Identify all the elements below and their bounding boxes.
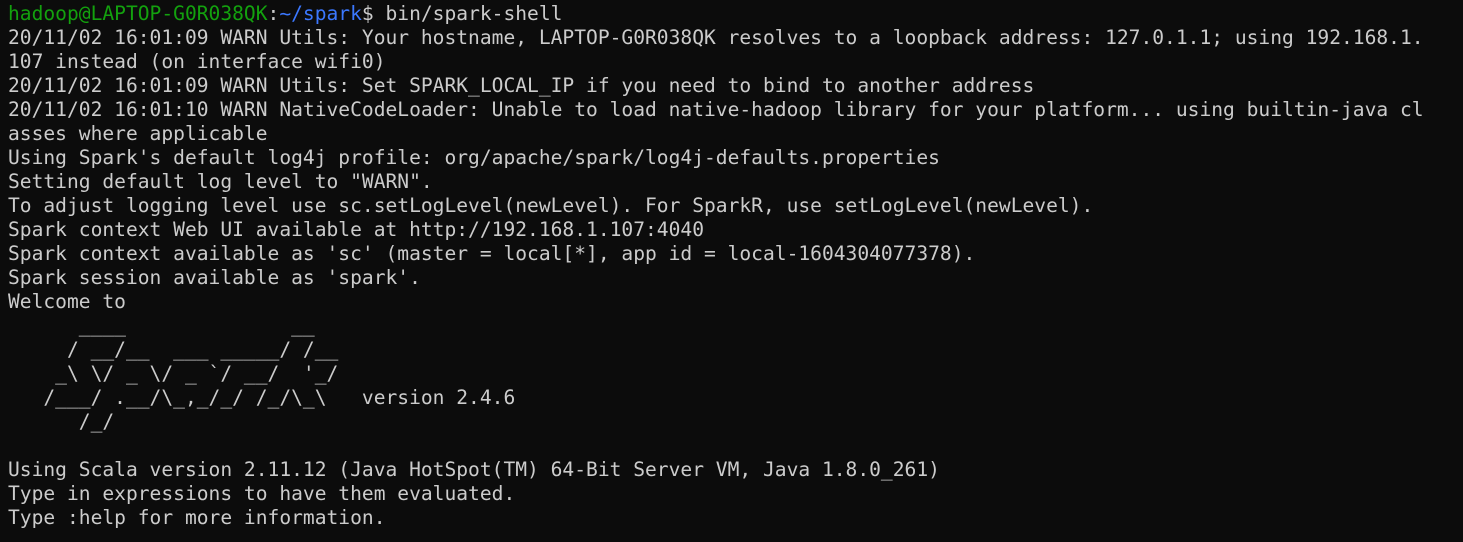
output-line: 20/11/02 16:01:09 WARN Utils: Set SPARK_… <box>8 74 1035 97</box>
spark-logo-ascii-line: ____ __ <box>8 314 315 337</box>
spark-logo-ascii-line: / __/__ ___ _____/ /__ <box>8 338 339 361</box>
output-line: 20/11/02 16:01:10 WARN NativeCodeLoader:… <box>8 98 1424 121</box>
output-line: To adjust logging level use sc.setLogLev… <box>8 194 1094 217</box>
output-line: 107 instead (on interface wifi0) <box>8 50 386 73</box>
prompt-symbol: $ <box>361 2 386 25</box>
output-line: Type in expressions to have them evaluat… <box>8 482 516 505</box>
spark-logo-ascii-line: /_/ <box>8 410 115 433</box>
prompt-user-host: hadoop@LAPTOP-G0R038QK <box>8 2 268 25</box>
prompt-line: hadoop@LAPTOP-G0R038QK:~/spark$ bin/spar… <box>8 2 1463 26</box>
output-line: Spark context available as 'sc' (master … <box>8 242 976 265</box>
welcome-line: Welcome to <box>8 290 126 313</box>
spark-logo-version-line: /___/ .__/\_,_/_/ /_/\_\ version 2.4.6 <box>8 386 516 409</box>
output-line: Spark session available as 'spark'. <box>8 266 421 289</box>
output-line: Type :help for more information. <box>8 506 386 529</box>
output-line: Setting default log level to "WARN". <box>8 170 433 193</box>
prompt-path: ~/spark <box>279 2 362 25</box>
output-line: 20/11/02 16:01:09 WARN Utils: Your hostn… <box>8 26 1424 49</box>
prompt-command: bin/spark-shell <box>385 2 563 25</box>
output-line: Using Scala version 2.11.12 (Java HotSpo… <box>8 458 940 481</box>
output-line: asses where applicable <box>8 122 268 145</box>
prompt-separator: : <box>267 2 280 25</box>
output-line: Using Spark's default log4j profile: org… <box>8 146 940 169</box>
spark-logo-ascii-line: _\ \/ _ \/ _ `/ __/ '_/ <box>8 362 339 385</box>
terminal-window[interactable]: hadoop@LAPTOP-G0R038QK:~/spark$ bin/spar… <box>0 0 1463 542</box>
output-line: Spark context Web UI available at http:/… <box>8 218 704 241</box>
